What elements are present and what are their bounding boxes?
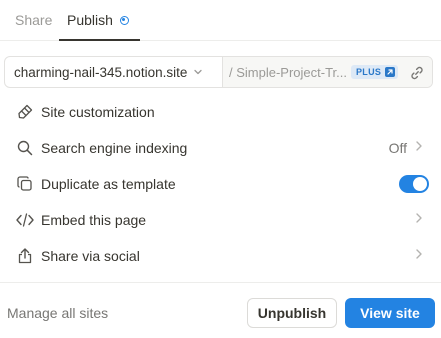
share-icon [15,246,35,266]
embed-this-page-row[interactable]: Embed this page [0,202,441,238]
brush-icon [15,102,35,122]
domain-select[interactable]: charming-nail-345.notion.site [5,57,223,87]
page-slug-field[interactable]: / Simple-Project-Tr... PLUS [223,57,432,87]
site-url-bar: charming-nail-345.notion.site / Simple-P… [4,56,433,88]
embed-this-page-control [415,211,423,229]
view-site-button[interactable]: View site [345,298,435,328]
duplicate-as-template-row: Duplicate as template [0,166,441,202]
search-engine-indexing-label: Search engine indexing [41,140,188,156]
site-customization-label: Site customization [41,104,155,120]
chevron-down-icon [193,65,203,80]
toggle-knob [413,177,427,191]
domain-text: charming-nail-345.notion.site [14,64,188,80]
duplicate-icon [15,174,35,194]
search-engine-indexing-row[interactable]: Search engine indexing Off [0,130,441,166]
chevron-right-icon [415,211,423,229]
plus-badge[interactable]: PLUS [350,65,399,79]
tab-share[interactable]: Share [15,0,52,40]
duplicate-as-template-toggle[interactable] [399,175,429,193]
share-via-social-label: Share via social [41,248,140,264]
tab-bar: Share Publish [0,0,441,41]
upgrade-arrow-icon [385,67,396,77]
search-icon [15,138,35,158]
plus-badge-label: PLUS [355,67,382,77]
search-engine-indexing-control: Off [389,139,423,157]
duplicate-as-template-control [399,175,429,193]
tab-publish-label: Publish [67,12,113,28]
page-slug-text: / Simple-Project-Tr... [229,64,347,80]
chevron-right-icon [415,139,423,157]
tab-publish[interactable]: Publish [59,0,140,41]
code-icon [15,210,35,230]
publish-panel: Share Publish charming-nail-345.notion.s… [0,0,441,338]
manage-all-sites-link[interactable]: Manage all sites [7,305,108,321]
published-status-dot-icon [119,15,129,25]
duplicate-as-template-label: Duplicate as template [41,176,176,192]
search-engine-indexing-value: Off [388,140,407,156]
publish-footer: Manage all sites Unpublish View site [0,282,441,338]
site-customization-row[interactable]: Site customization [0,94,441,130]
share-via-social-control [415,247,423,265]
unpublish-button[interactable]: Unpublish [247,298,337,328]
embed-this-page-label: Embed this page [41,212,147,228]
copy-link-icon[interactable] [408,64,426,82]
chevron-right-icon [415,247,423,265]
tab-share-label: Share [15,12,53,28]
share-via-social-row[interactable]: Share via social [0,238,441,274]
